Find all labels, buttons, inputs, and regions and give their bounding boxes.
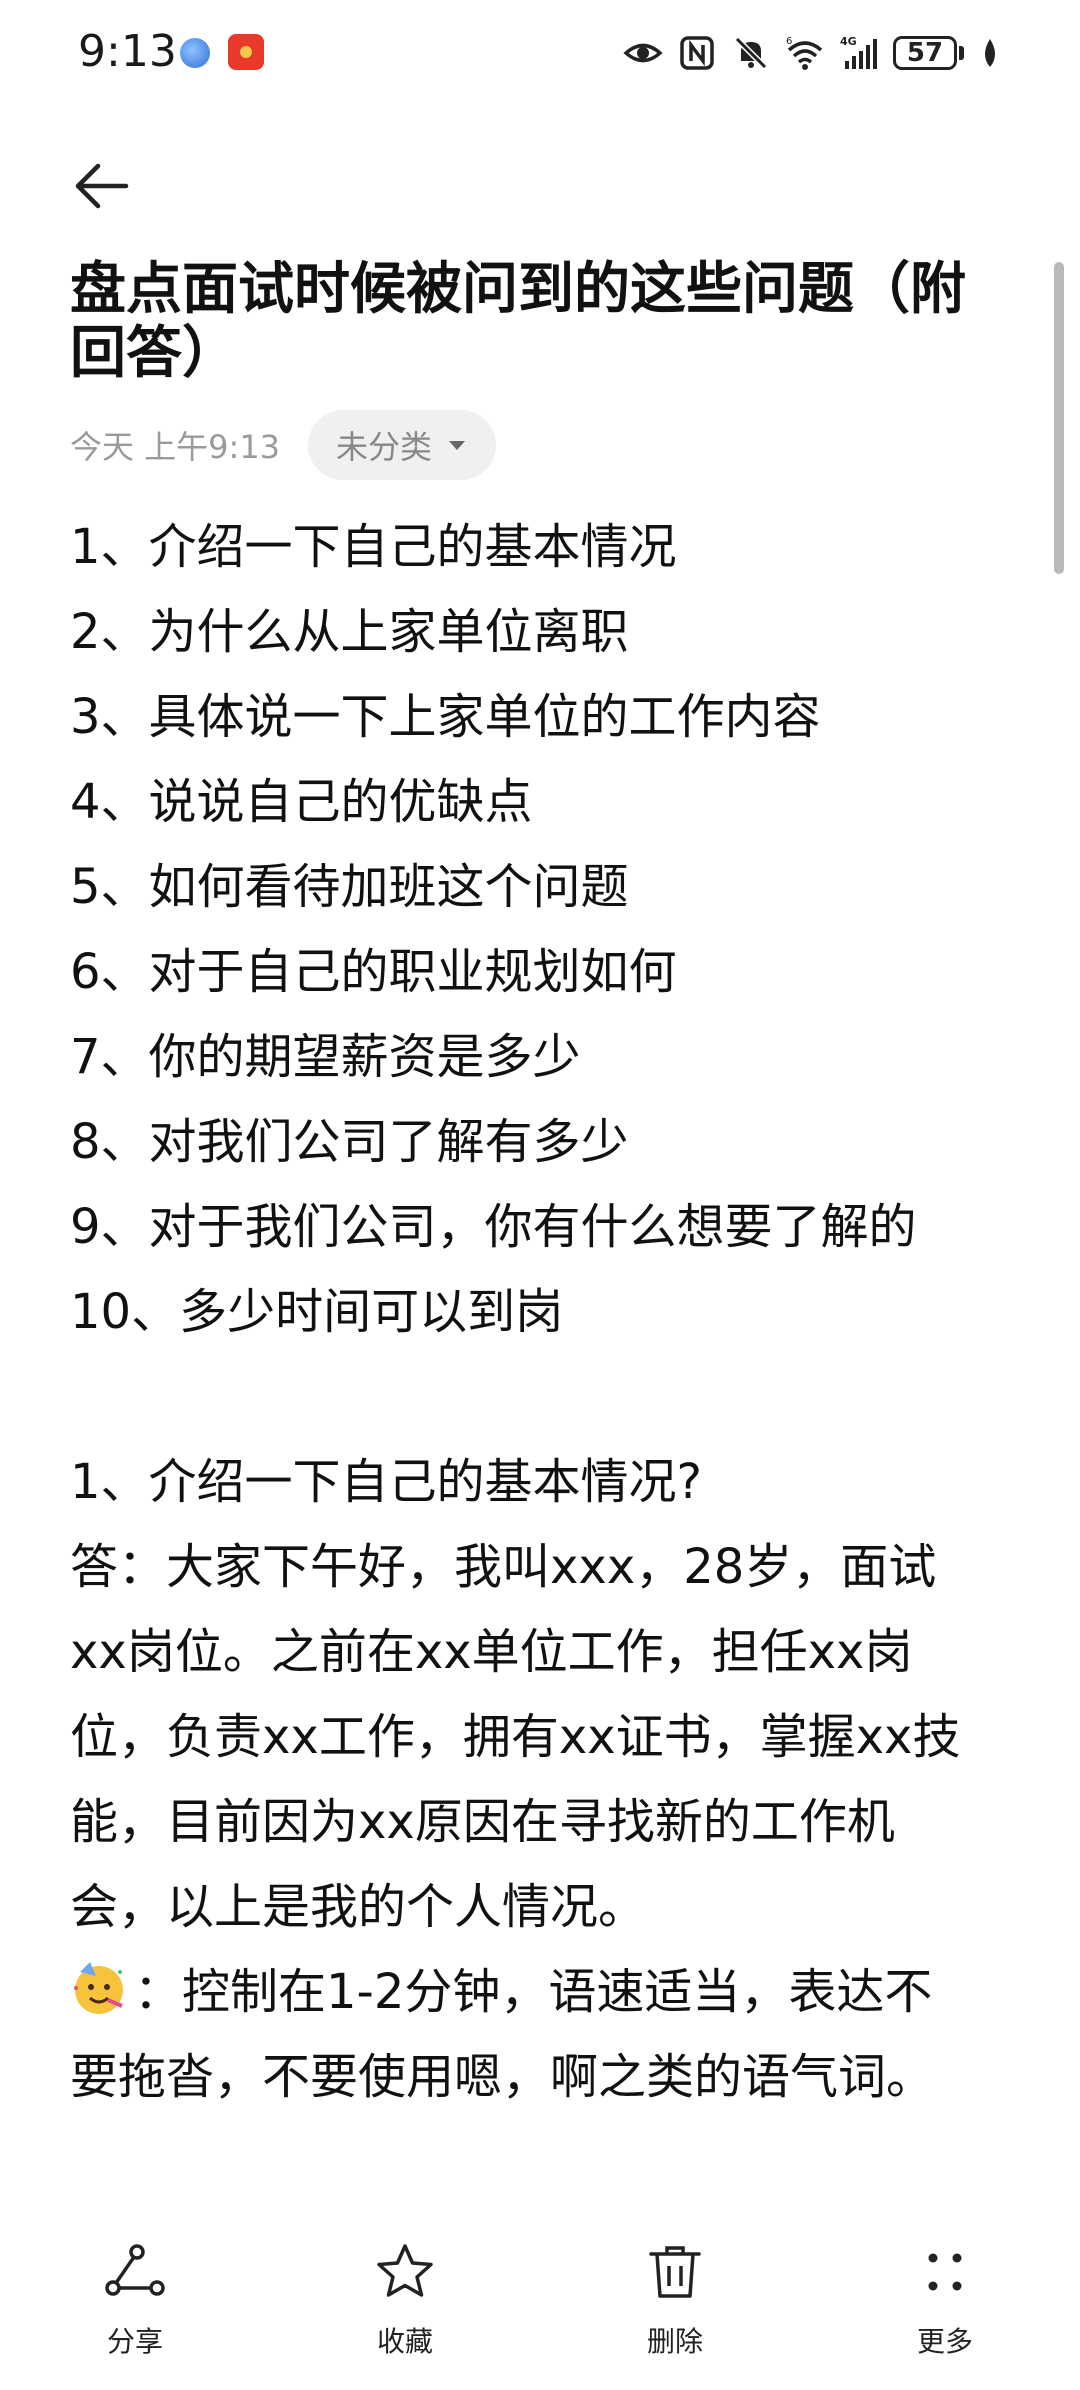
list-item: 3、具体说一下上家单位的工作内容 (70, 689, 821, 745)
nfc-icon (680, 36, 714, 70)
question-list: 1、介绍一下自己的基本情况 2、为什么从上家单位离职 3、具体说一下上家单位的工… (70, 505, 1030, 1355)
list-item: 5、如何看待加班这个问题 (70, 859, 629, 915)
share-button[interactable]: 分享 (0, 2230, 270, 2390)
favorite-button[interactable]: 收藏 (270, 2230, 540, 2390)
party-face-emoji-icon (74, 1962, 123, 2014)
list-item: 2、为什么从上家单位离职 (70, 604, 629, 660)
tip-line: 要拖沓，不要使用嗯，啊之类的语气词。 (70, 2049, 935, 2105)
mute-bell-icon (734, 36, 768, 70)
share-icon (105, 2244, 165, 2296)
delete-button[interactable]: 删除 (540, 2230, 810, 2390)
battery-level: 57 (893, 36, 957, 70)
note-title[interactable]: 盘点面试时候被问到的这些问题（附回答） (70, 258, 1010, 386)
battery-indicator: 57 (893, 36, 964, 70)
scrollbar-thumb[interactable] (1054, 262, 1064, 574)
category-label: 未分类 (336, 428, 433, 466)
answer-line: 位，负责xx工作，拥有xx证书，掌握xx技 (70, 1709, 961, 1765)
arrow-left-icon (75, 163, 129, 209)
note-meta: 今天 上午9:13 未分类 (70, 410, 497, 480)
status-bar: 9:13 6 4G 57 (0, 0, 1080, 110)
battery-cap (959, 46, 964, 60)
list-item: 1、介绍一下自己的基本情况 (70, 519, 677, 575)
browser-notification-icon (180, 38, 210, 68)
delete-label: 删除 (646, 2325, 703, 2358)
triangle-down-icon (449, 441, 466, 450)
answer-line: 能，目前因为xx原因在寻找新的工作机 (70, 1794, 895, 1850)
eye-icon (623, 43, 663, 63)
list-item: 10、多少时间可以到岗 (70, 1284, 564, 1340)
answer-line: xx岗位。之前在xx单位工作，担任xx岗 (70, 1624, 913, 1680)
status-icons: 6 4G 57 (623, 28, 1002, 78)
category-dropdown[interactable]: 未分类 (308, 410, 497, 480)
tip-text: ：控制在1-2分钟，语速适当，表达不 (134, 1964, 933, 2020)
leaf-icon (985, 39, 995, 67)
list-item: 8、对我们公司了解有多少 (70, 1114, 629, 1170)
answer-line: 会，以上是我的个人情况。 (70, 1879, 647, 1935)
more-dots-icon (928, 2253, 962, 2291)
tip-line: ：控制在1-2分钟，语速适当，表达不 (70, 1950, 1030, 2035)
wifi-icon: 6 (786, 36, 823, 70)
list-item: 6、对于自己的职业规划如何 (70, 944, 677, 1000)
answer-line: 答：大家下午好，我叫xxx，28岁，面试 (70, 1539, 937, 1595)
red-packet-notification-icon (228, 34, 264, 70)
list-item: 4、说说自己的优缺点 (70, 774, 533, 830)
note-date: 今天 上午9:13 (70, 428, 281, 466)
trash-icon (649, 2246, 701, 2298)
status-time: 9:13 (78, 26, 177, 77)
back-button[interactable] (66, 150, 138, 222)
svg-text:4G: 4G (840, 35, 857, 48)
share-label: 分享 (106, 2325, 163, 2358)
bottom-action-bar: 分享 收藏 删除 更多 (0, 2230, 1080, 2390)
cellular-signal-icon: 4G (840, 35, 877, 69)
star-icon (377, 2244, 433, 2297)
more-label: 更多 (916, 2325, 973, 2358)
list-item: 7、你的期望薪资是多少 (70, 1029, 581, 1085)
note-content[interactable]: 1、介绍一下自己的基本情况 2、为什么从上家单位离职 3、具体说一下上家单位的工… (70, 505, 1030, 2120)
svg-text:6: 6 (786, 36, 792, 47)
list-item: 9、对于我们公司，你有什么想要了解的 (70, 1199, 917, 1255)
favorite-label: 收藏 (376, 2325, 433, 2358)
more-button[interactable]: 更多 (810, 2230, 1080, 2390)
answer-heading: 1、介绍一下自己的基本情况? (70, 1454, 703, 1510)
